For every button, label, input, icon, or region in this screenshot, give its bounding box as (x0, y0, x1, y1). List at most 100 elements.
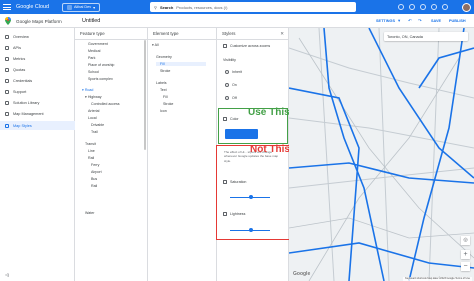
feature-item[interactable]: Rail (91, 184, 97, 188)
feature-item[interactable]: Airport (91, 170, 102, 174)
nav-item-label: Overview (13, 34, 29, 39)
feature-item[interactable]: Line (88, 149, 95, 153)
key-icon (5, 78, 9, 83)
divider (148, 39, 216, 40)
element-item[interactable]: Labels (156, 81, 167, 85)
feature-item[interactable]: Medical (88, 49, 100, 53)
settings-button[interactable]: SETTINGS (376, 19, 395, 23)
nav-item-label: Map Management (13, 111, 44, 116)
feature-item[interactable]: Transit (85, 142, 96, 146)
element-item[interactable]: Stroke (160, 69, 170, 73)
feature-item[interactable]: Arterial (88, 109, 99, 113)
palette-icon (5, 123, 9, 128)
nav-item-support[interactable]: Support (0, 87, 75, 96)
undo-icon[interactable]: ↶ (408, 18, 412, 24)
feature-item[interactable]: Rail (88, 156, 94, 160)
nav-item-label: APIs (13, 45, 22, 50)
map-icon (5, 111, 9, 116)
feature-item[interactable]: School (88, 70, 99, 74)
project-icon (67, 4, 72, 10)
settings-icon[interactable] (442, 4, 448, 10)
api-icon (5, 45, 9, 50)
visibility-on-radio[interactable] (225, 83, 229, 87)
nav-item-label: Map Styles (13, 123, 32, 128)
nav-item-label: Support (13, 89, 27, 94)
nav-item-label: Quotas (13, 67, 26, 72)
map-preview[interactable]: Toronto, ON, Canada ◎ + − Google Keyboar… (289, 28, 474, 281)
close-icon[interactable]: ✕ (280, 31, 284, 37)
feature-item[interactable]: Place of worship (88, 63, 114, 67)
element-item[interactable]: Stroke (163, 102, 173, 106)
redo-icon[interactable]: ↷ (418, 18, 422, 24)
nav-item-solution-library[interactable]: Solution Library (0, 98, 75, 107)
nav-item-map-management[interactable]: Map Management (0, 109, 75, 118)
element-item[interactable]: Text (160, 88, 167, 92)
project-selector[interactable]: Alibal Dev ▾ (62, 2, 100, 12)
search-input[interactable]: ⚲ Search Products, resources, docs (/) (150, 2, 356, 12)
my-location-icon[interactable]: ◎ (461, 236, 470, 245)
cloud-shell-icon[interactable] (420, 4, 426, 10)
feature-item[interactable]: Park (88, 56, 95, 60)
visibility-inherit-radio[interactable] (225, 70, 229, 74)
feature-item[interactable]: Bus (91, 177, 97, 181)
feature-item-road[interactable]: ▾ Road (82, 88, 93, 92)
notifications-icon[interactable] (398, 4, 404, 10)
nav-item-map-styles[interactable]: Map Styles (0, 121, 75, 130)
more-vert-icon[interactable] (431, 4, 437, 10)
save-button[interactable]: SAVE (431, 19, 441, 23)
map-copyright: Keyboard shortcuts Map data ©2023 Google… (403, 277, 472, 281)
element-item[interactable]: Icon (160, 109, 167, 113)
feature-item[interactable]: Water (85, 211, 94, 215)
customize-zooms-checkbox[interactable] (223, 44, 227, 48)
location-search[interactable]: Toronto, ON, Canada (384, 32, 468, 41)
google-cloud-logo[interactable]: Google Cloud (16, 4, 49, 10)
chevron-down-icon[interactable]: ▾ (398, 18, 400, 24)
divider (75, 39, 147, 40)
feature-item[interactable]: Sports complex (88, 77, 113, 81)
search-icon: ⚲ (154, 4, 157, 10)
feature-item-highway[interactable]: ▾ Highway (85, 95, 102, 99)
page-title: Untitled (82, 18, 101, 24)
feature-item[interactable]: Ferry (91, 163, 99, 167)
visibility-off-radio[interactable] (225, 96, 229, 100)
google-watermark: Google (293, 271, 311, 277)
feature-item[interactable]: Government (88, 42, 108, 46)
nav-item-apis[interactable]: APIs (0, 43, 75, 52)
element-type-panel: Element type ▾ All Geometry Fill Stroke … (148, 28, 217, 281)
element-type-header: Element type (153, 31, 179, 36)
nav-item-credentials[interactable]: Credentials (0, 76, 75, 85)
element-item-selected[interactable]: Fill (156, 62, 206, 66)
nav-item-metrics[interactable]: Metrics (0, 54, 75, 63)
nav-item-quotas[interactable]: Quotas (0, 65, 75, 74)
nav-item-overview[interactable]: Overview (0, 32, 75, 41)
search-placeholder: Products, resources, docs (/) (176, 4, 228, 10)
publish-button[interactable]: PUBLISH (449, 19, 466, 23)
feature-item[interactable]: Local (88, 116, 97, 120)
hamburger-menu-icon[interactable] (3, 3, 11, 11)
element-item[interactable]: Fill (163, 95, 168, 99)
element-item[interactable]: Geometry (156, 55, 172, 59)
not-this-highlight (216, 145, 290, 240)
feature-item[interactable]: Controlled access (91, 102, 120, 106)
element-item-all[interactable]: ▾ All (152, 43, 159, 47)
library-icon (5, 100, 9, 105)
feature-item[interactable]: Trail (91, 130, 98, 134)
zoom-out-button[interactable]: − (461, 262, 470, 271)
divider (217, 39, 288, 40)
product-name: Google Maps Platform (16, 18, 62, 24)
visibility-label: Visibility (223, 58, 236, 62)
metrics-icon (5, 56, 9, 61)
feature-type-panel: Feature type Government Medical Park Pla… (75, 28, 148, 281)
nav-item-label: Solution Library (13, 100, 40, 105)
avatar[interactable] (462, 2, 471, 12)
scrollbar[interactable] (143, 40, 146, 150)
collapse-nav-icon[interactable]: ◁| (5, 272, 9, 277)
feature-type-header: Feature type (80, 31, 105, 36)
feature-item[interactable]: Drivable (91, 123, 104, 127)
maps-pin-icon (5, 17, 11, 25)
zoom-in-button[interactable]: + (461, 250, 470, 259)
help-icon[interactable] (409, 4, 415, 10)
map-canvas (289, 28, 474, 281)
quota-icon (5, 67, 9, 72)
project-name: Alibal Dev (74, 5, 92, 9)
